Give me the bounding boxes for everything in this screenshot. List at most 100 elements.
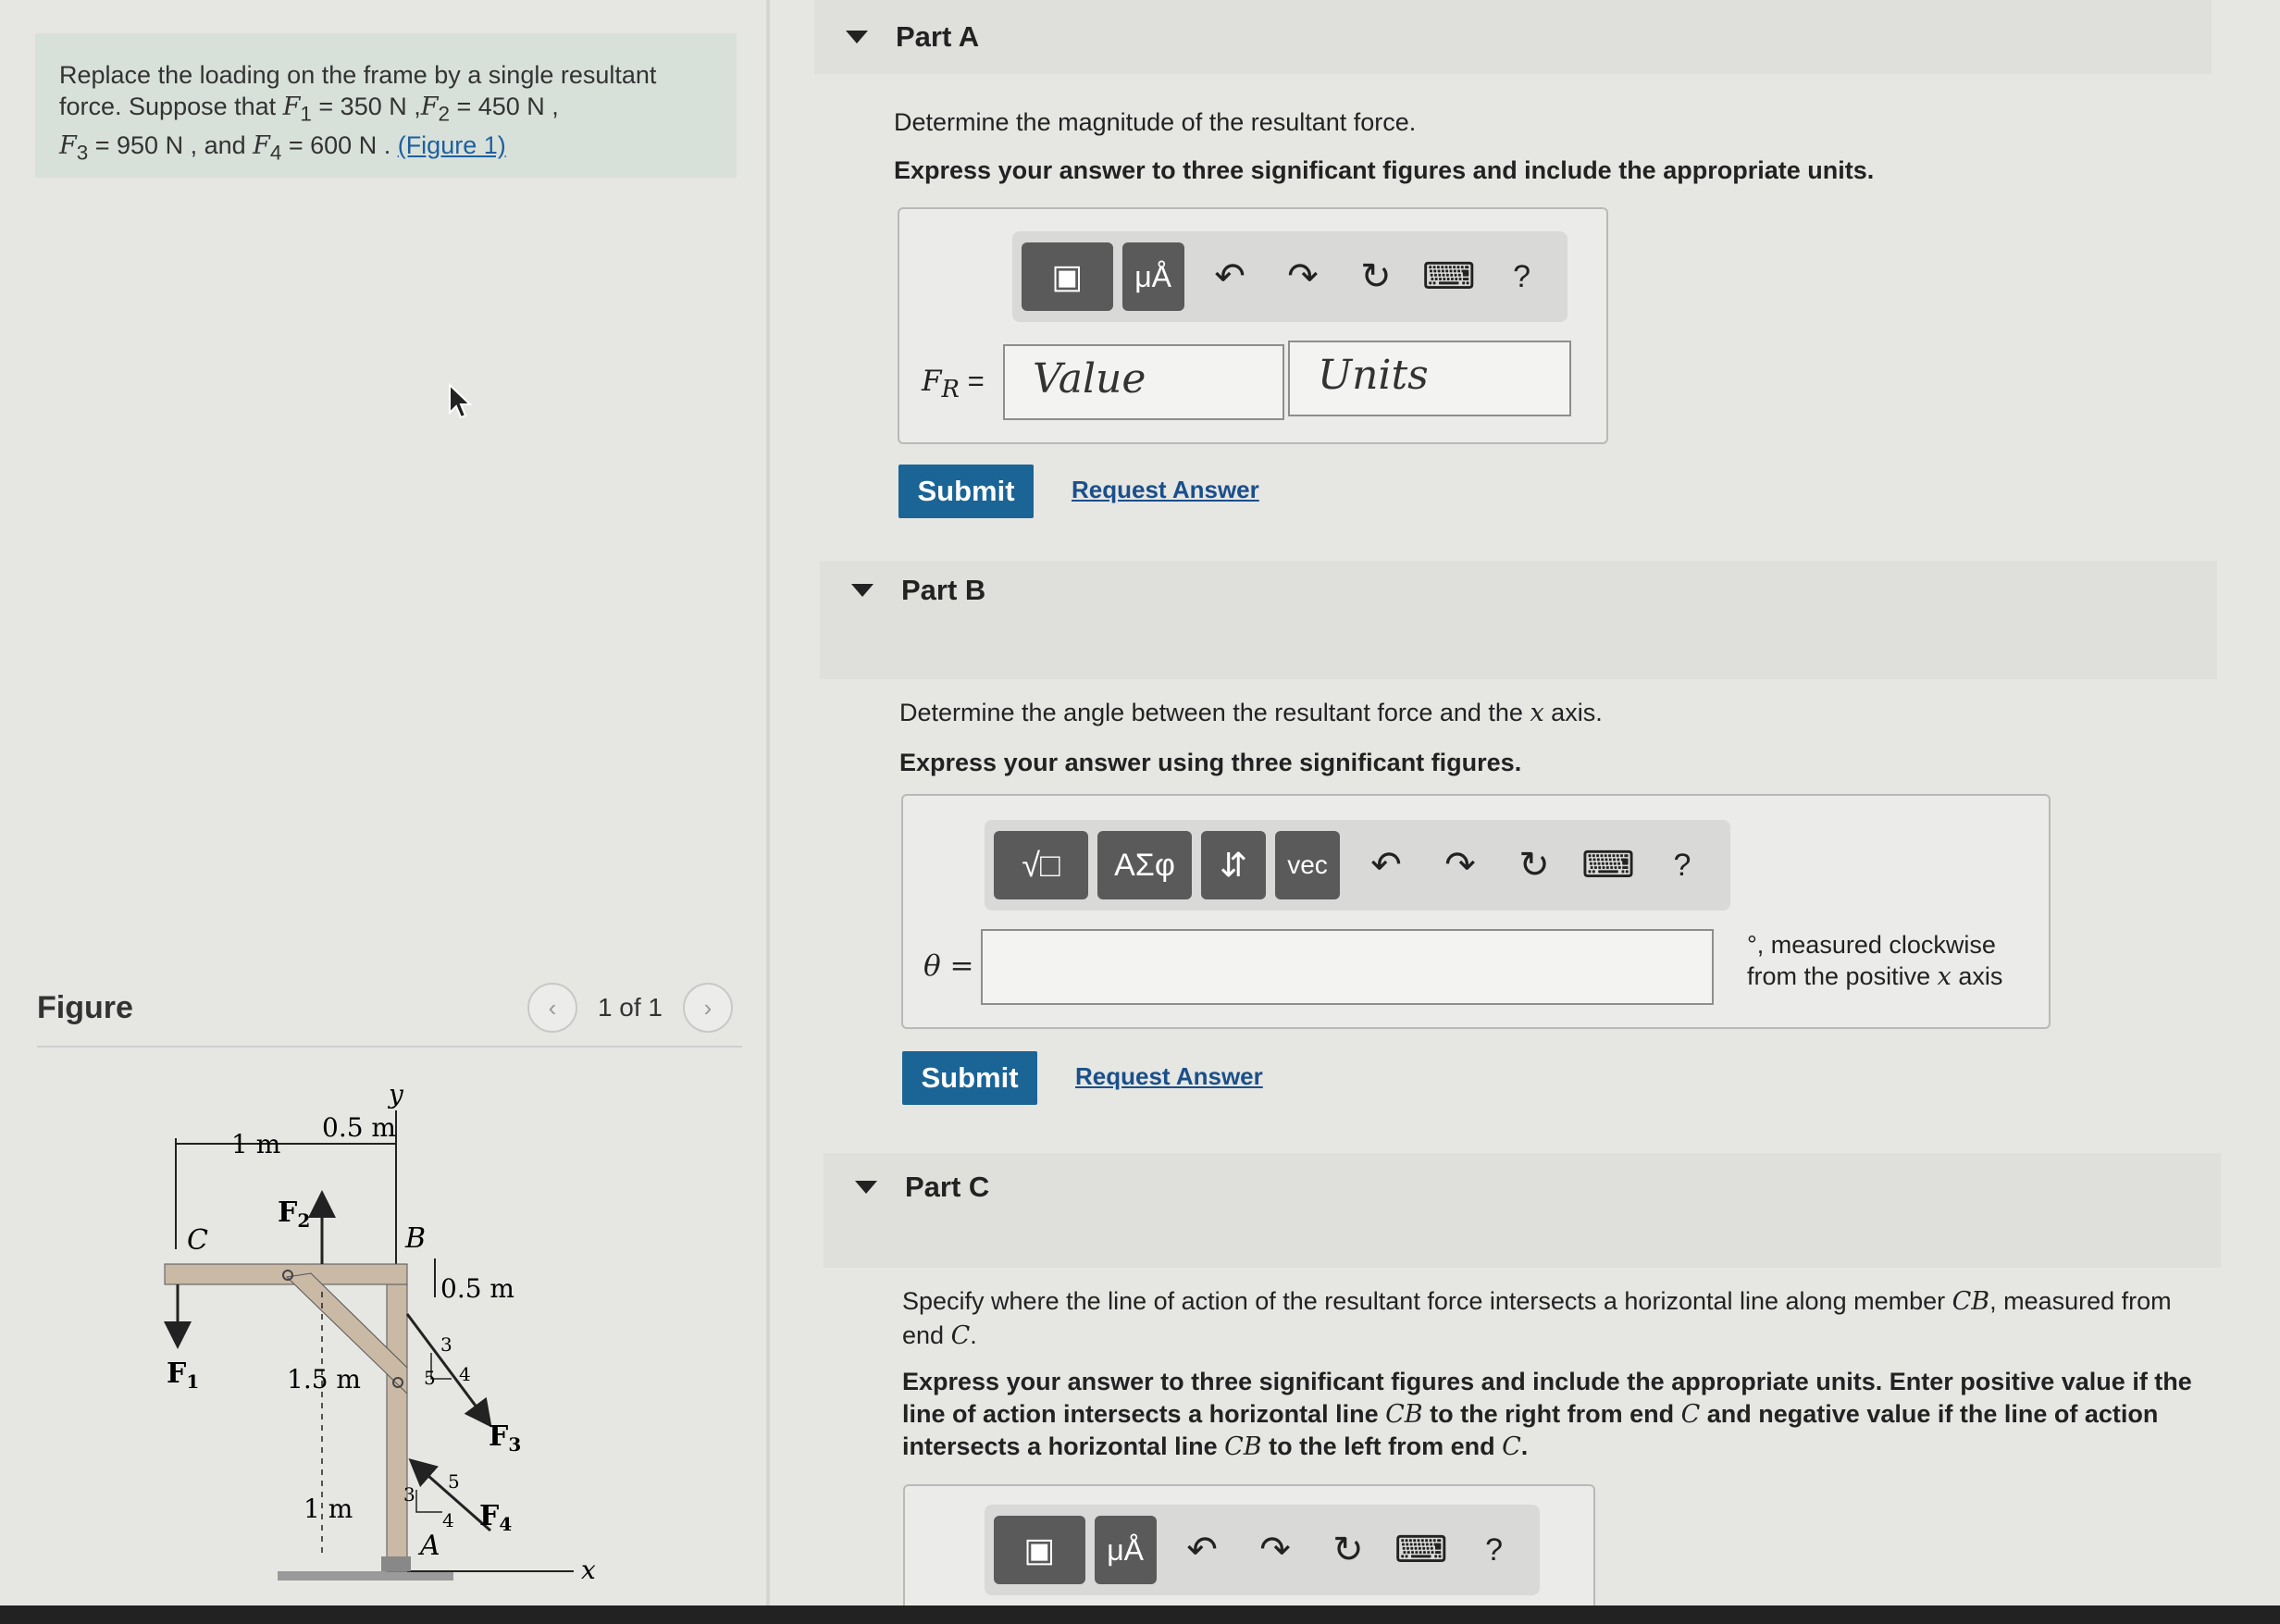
next-figure-button[interactable]: ›	[683, 983, 733, 1033]
part-b-toolbar: √□ ΑΣφ ⇵ vec ↶ ↷ ↻ ⌨ ?	[985, 820, 1730, 911]
part-c-label: Part C	[905, 1171, 990, 1203]
force-f2-label: F2	[278, 1196, 310, 1232]
value-input[interactable]: Value	[1003, 344, 1284, 420]
figure-link[interactable]: (Figure 1)	[398, 131, 506, 159]
angle-input[interactable]	[981, 929, 1714, 1005]
templates-icon: ▣	[1023, 1531, 1056, 1568]
part-b-answer-box: √□ ΑΣφ ⇵ vec ↶ ↷ ↻ ⌨ ? θ = °, measured c…	[901, 794, 2051, 1029]
redo-icon[interactable]: ↷	[1267, 255, 1340, 298]
part-a-request-answer-link[interactable]: Request Answer	[1072, 476, 1259, 504]
force-f1-label: F1	[167, 1357, 199, 1393]
tri3-a: 3	[440, 1333, 452, 1356]
ground	[278, 1571, 453, 1581]
point-a: A	[417, 1530, 440, 1562]
dim-05m-top: 0.5 m	[322, 1112, 396, 1143]
dim-05m-right: 0.5 m	[440, 1273, 514, 1304]
member-cb	[164, 1263, 408, 1285]
prev-figure-button[interactable]: ‹	[527, 983, 577, 1033]
figure-pager: ‹ 1 of 1 ›	[527, 983, 733, 1033]
dim-1m-bottom: 1 m	[304, 1494, 353, 1524]
dim-15m: 1.5 m	[287, 1364, 361, 1395]
screen-bezel	[0, 1605, 2280, 1624]
figure-title: Figure	[37, 990, 133, 1025]
problem-line-3: F3 = 950 N , and F4 = 600 N . (Figure 1)	[59, 131, 506, 165]
templates-button[interactable]: ▣	[1022, 242, 1113, 311]
frame-diagram: x y 1 m 0.5 m 0.5 m 1.5 m 1 m C B A F1 F…	[164, 1083, 596, 1585]
reset-icon[interactable]: ↻	[1497, 844, 1571, 886]
redo-icon[interactable]: ↷	[1239, 1529, 1312, 1571]
part-b-eq-label: θ =	[923, 949, 974, 983]
arrows-button[interactable]: ⇵	[1201, 831, 1266, 899]
part-b-request-answer-link[interactable]: Request Answer	[1075, 1062, 1263, 1091]
figure-header: Figure ‹ 1 of 1 ›	[37, 981, 742, 1048]
reset-icon[interactable]: ↻	[1339, 255, 1412, 298]
tri3-b: 4	[459, 1363, 471, 1385]
y-axis-label: y	[387, 1083, 404, 1110]
undo-icon[interactable]: ↶	[1194, 255, 1267, 298]
part-c-header[interactable]: Part C	[824, 1153, 2221, 1268]
point-b: B	[404, 1222, 426, 1255]
left-panel: Replace the loading on the frame by a si…	[0, 0, 766, 1624]
part-a-eq-label: FR =	[922, 365, 985, 404]
part-b-label: Part B	[901, 574, 986, 606]
units-input[interactable]: Units	[1288, 341, 1571, 416]
units-button[interactable]: μÅ	[1121, 242, 1184, 311]
force-f3-label: F3	[489, 1420, 521, 1456]
pager-text: 1 of 1	[597, 993, 663, 1022]
part-b-instruction: Express your answer using three signific…	[899, 749, 1522, 776]
templates-icon: ▣	[1051, 257, 1084, 295]
caret-down-icon	[855, 1181, 877, 1194]
problem-statement: Replace the loading on the frame by a si…	[35, 33, 737, 178]
part-c-answer-box: ▣ μÅ ↶ ↷ ↻ ⌨ ?	[903, 1484, 1595, 1616]
panel-divider	[766, 0, 770, 1624]
reset-icon[interactable]: ↻	[1311, 1529, 1384, 1571]
tri4-a: 3	[403, 1483, 415, 1506]
part-a-toolbar: ▣ μÅ ↶ ↷ ↻ ⌨ ?	[1012, 231, 1568, 322]
keyboard-icon[interactable]: ⌨	[1412, 255, 1485, 298]
chevron-left-icon: ‹	[548, 993, 557, 1022]
caret-down-icon	[846, 31, 868, 43]
help-button[interactable]: ?	[1645, 848, 1719, 884]
tri4-c: 5	[448, 1470, 460, 1493]
part-a-label: Part A	[896, 20, 980, 53]
force-f4-label: F4	[479, 1500, 512, 1535]
part-a-submit-button[interactable]: Submit	[898, 465, 1034, 518]
part-c-question: Specify where the line of action of the …	[902, 1287, 2172, 1350]
radical-templates-button[interactable]: √□	[994, 831, 1088, 899]
part-a-instruction: Express your answer to three significant…	[894, 156, 1875, 184]
vec-button[interactable]: vec	[1275, 831, 1340, 899]
part-c-instruction: Express your answer to three significant…	[902, 1368, 2192, 1461]
dim-1m-top: 1 m	[231, 1129, 280, 1159]
redo-icon[interactable]: ↷	[1423, 844, 1497, 886]
help-button[interactable]: ?	[1485, 259, 1558, 295]
part-b-unit-text: °, measured clockwise from the positive …	[1747, 931, 2003, 991]
part-a-answer-box: ▣ μÅ ↶ ↷ ↻ ⌨ ? FR = Value Units	[898, 207, 1608, 444]
problem-line-2: force. Suppose that F1 = 350 N ,F2 = 450…	[59, 93, 559, 126]
point-c: C	[187, 1224, 208, 1257]
part-b-header[interactable]: Part B	[820, 561, 2217, 679]
mouse-cursor-icon	[449, 383, 472, 419]
templates-button[interactable]: ▣	[994, 1516, 1085, 1584]
keyboard-icon[interactable]: ⌨	[1384, 1529, 1457, 1571]
undo-icon[interactable]: ↶	[1349, 844, 1423, 886]
keyboard-icon[interactable]: ⌨	[1571, 844, 1645, 886]
chevron-right-icon: ›	[703, 993, 712, 1022]
part-b-submit-button[interactable]: Submit	[902, 1051, 1037, 1105]
greek-button[interactable]: ΑΣφ	[1097, 831, 1192, 899]
help-button[interactable]: ?	[1457, 1532, 1530, 1568]
part-a-header[interactable]: Part A	[814, 0, 2212, 74]
part-b-question: Determine the angle between the resultan…	[899, 699, 1603, 727]
caret-down-icon	[851, 584, 874, 597]
problem-line-1: Replace the loading on the frame by a si…	[59, 61, 657, 89]
undo-icon[interactable]: ↶	[1166, 1529, 1239, 1571]
x-axis-label: x	[581, 1555, 596, 1585]
units-button[interactable]: μÅ	[1094, 1516, 1157, 1584]
radical-template-icon: √□	[1022, 846, 1060, 884]
member-vertical	[386, 1267, 408, 1572]
part-a-question: Determine the magnitude of the resultant…	[894, 108, 1417, 136]
tri4-b: 4	[442, 1509, 454, 1531]
part-c-toolbar: ▣ μÅ ↶ ↷ ↻ ⌨ ?	[985, 1505, 1540, 1595]
support	[381, 1556, 411, 1571]
force-f3-arrow	[405, 1313, 492, 1428]
tri3-c: 5	[424, 1367, 436, 1389]
